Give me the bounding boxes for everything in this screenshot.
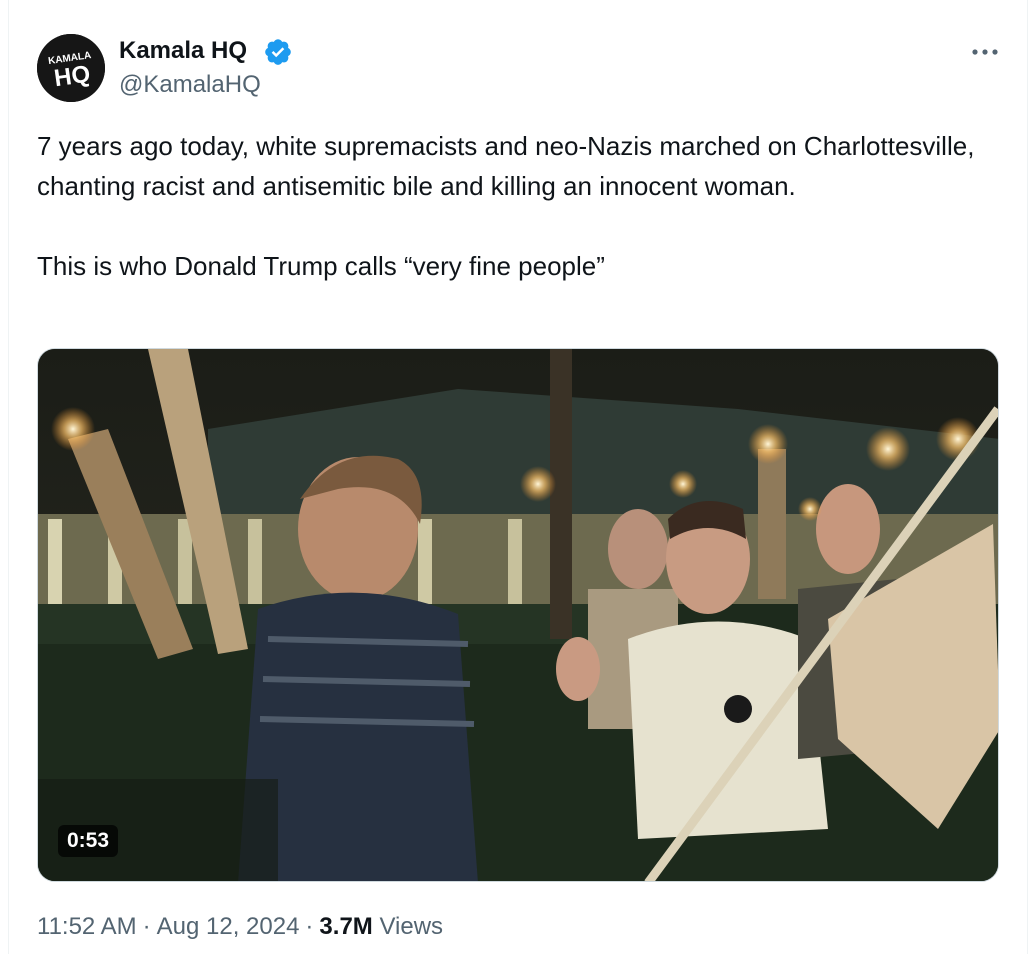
tweet-card: KAMALA HQ Kamala HQ @KamalaHQ 7 years ag… [8, 0, 1028, 954]
video-duration-badge: 0:53 [58, 825, 119, 857]
tweet-paragraph-2: This is who Donald Trump calls “very fin… [37, 251, 605, 281]
avatar-logo: KAMALA HQ [37, 34, 105, 102]
more-horizontal-icon [972, 49, 998, 55]
tweet-date[interactable]: Aug 12, 2024 [157, 913, 300, 940]
avatar[interactable]: KAMALA HQ [37, 34, 105, 102]
tweet-meta: 11:52 AM · Aug 12, 2024 · 3.7M Views [37, 910, 443, 944]
meta-separator: · [305, 913, 314, 940]
video-player[interactable]: 0:53 [37, 348, 999, 882]
author-handle[interactable]: @KamalaHQ [119, 70, 261, 100]
verified-badge-icon [265, 39, 291, 65]
tweet-text: 7 years ago today, white supremacists an… [37, 126, 997, 286]
meta-separator: · [142, 913, 151, 940]
views-count[interactable]: 3.7M [319, 913, 372, 940]
video-thumbnail [38, 349, 998, 881]
tweet-paragraph-1: 7 years ago today, white supremacists an… [37, 131, 975, 201]
views-label: Views [379, 913, 444, 940]
more-options-button[interactable] [965, 36, 1005, 66]
avatar-text-main: HQ [52, 61, 91, 93]
author-name[interactable]: Kamala HQ [119, 36, 247, 66]
tweet-time[interactable]: 11:52 AM [37, 913, 137, 940]
